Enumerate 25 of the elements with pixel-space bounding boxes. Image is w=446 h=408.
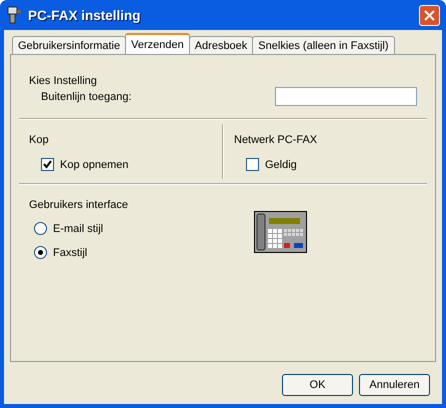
field-label: Buitenlijn toegang: [41, 90, 132, 102]
fax-machine-icon [254, 211, 307, 253]
dialog-button[interactable]: Annuleren [359, 374, 430, 396]
radio-button[interactable] [34, 246, 47, 259]
checkbox-label: Kop opnemen [60, 158, 128, 170]
radio-button[interactable] [34, 222, 47, 235]
dialog-button[interactable]: OK [282, 374, 353, 396]
radio-label: E-mail stijl [53, 222, 104, 234]
close-button[interactable] [419, 4, 440, 26]
fax-app-icon [6, 6, 22, 24]
checkbox-label: Geldig [265, 158, 297, 170]
section-heading: Kop [29, 134, 50, 146]
checkbox[interactable] [41, 158, 54, 171]
tab[interactable]: Verzenden [125, 33, 190, 54]
window-title: PC-FAX instelling [28, 8, 142, 22]
input-field[interactable] [275, 87, 417, 106]
tab[interactable]: Adresboek [188, 36, 254, 54]
section-heading: Netwerk PC-FAX [234, 134, 318, 146]
tab[interactable]: Snelkies (alleen in Faxstijl) [252, 36, 395, 54]
close-icon [424, 10, 435, 20]
tab[interactable]: Gebruikersinformatie [12, 36, 126, 54]
section-heading: Gebruikers interface [29, 199, 130, 211]
radio-label: Faxstijl [53, 246, 88, 258]
checkbox[interactable] [246, 158, 259, 171]
section-heading: Kies Instelling [29, 75, 98, 87]
